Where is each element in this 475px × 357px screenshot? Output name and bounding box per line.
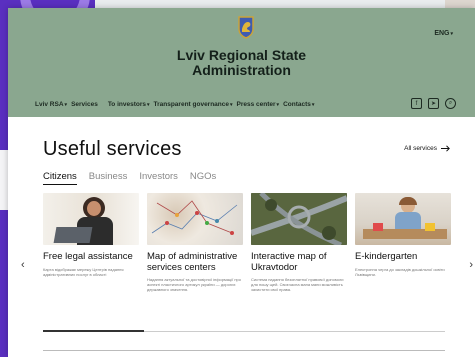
facebook-icon[interactable]: f <box>411 98 422 109</box>
card-description: Карта відображає мережу Центрів надання … <box>43 266 124 277</box>
nav-item-press-center[interactable]: Press center▾ <box>237 101 280 108</box>
nav-label: Transparent governance <box>153 101 230 108</box>
card-title: E-kindergarten <box>355 251 418 262</box>
tab-citizens[interactable]: Citizens <box>43 171 77 185</box>
card-title: Map of administrative services centers <box>147 251 238 273</box>
nav-label: To investors <box>107 101 146 108</box>
card-description: Електронна черга до закладів дошкільної … <box>355 266 445 277</box>
tab-business[interactable]: Business <box>89 171 128 185</box>
chevron-down-icon: ▾ <box>64 102 68 108</box>
nav-item-services[interactable]: Services <box>71 101 98 108</box>
tab-investors[interactable]: Investors <box>139 171 178 185</box>
main-nav: Lviv RSA▾ Services To investors▾ Transpa… <box>35 101 314 108</box>
carousel-progress-fill <box>43 330 144 332</box>
nav-item-contacts[interactable]: Contacts▾ <box>283 101 314 108</box>
service-card-ukravtodor-map[interactable]: Interactive map of Ukravtodor Система на… <box>251 193 347 292</box>
section-title: Useful services <box>43 138 182 160</box>
social-icons: f ➤ ⌕ <box>411 98 456 109</box>
card-description: Надання актуальної та достовірної інформ… <box>147 277 241 292</box>
service-card-e-kindergarten[interactable]: E-kindergarten Електронна черга до закла… <box>355 193 451 292</box>
nav-label: Services <box>71 101 98 108</box>
card-title: Interactive map of Ukravtodor <box>251 251 327 273</box>
nav-label: Press center <box>236 101 276 108</box>
map-pins-graphic <box>151 200 238 235</box>
card-image-woman-laptop <box>43 193 139 245</box>
telegram-icon[interactable]: ➤ <box>428 98 439 109</box>
service-card-admin-centers-map[interactable]: Map of administrative services centers Н… <box>147 193 243 292</box>
audience-tabs: Citizens Business Investors NGOs <box>43 171 216 185</box>
carousel-next-icon[interactable]: › <box>469 259 473 271</box>
search-icon[interactable]: ⌕ <box>445 98 456 109</box>
carousel-prev-icon[interactable]: ‹ <box>21 259 25 271</box>
service-card-legal-assistance[interactable]: Free legal assistance Карта відображає м… <box>43 193 139 292</box>
site-title[interactable]: Lviv Regional State Administration <box>8 48 475 78</box>
nav-item-transparent-governance[interactable]: Transparent governance▾ <box>154 101 233 108</box>
site-title-line1: Lviv Regional State <box>176 47 307 63</box>
chevron-down-icon: ▾ <box>146 102 150 108</box>
lion-coat-of-arms-icon[interactable] <box>236 15 256 39</box>
site-header: Lviv Regional State Administration ENG▾ … <box>8 8 475 117</box>
nav-label: Contacts <box>283 101 311 108</box>
all-services-link[interactable]: All services <box>404 145 451 152</box>
language-label: ENG <box>434 30 450 37</box>
card-title: Free legal assistance <box>43 251 133 262</box>
chevron-down-icon: ▾ <box>450 31 453 37</box>
chevron-down-icon: ▾ <box>276 102 280 108</box>
nav-item-lviv-rsa[interactable]: Lviv RSA▾ <box>35 101 67 108</box>
services-carousel: Free legal assistance Карта відображає м… <box>43 193 451 292</box>
site-title-line2: Administration <box>192 62 291 78</box>
divider <box>43 350 445 351</box>
browser-window: Lviv Regional State Administration ENG▾ … <box>8 8 475 357</box>
tab-ngos[interactable]: NGOs <box>190 171 216 185</box>
card-image-highway <box>251 193 347 245</box>
highway-graphic <box>251 193 347 245</box>
nav-item-to-investors[interactable]: To investors▾ <box>108 101 150 108</box>
chevron-down-icon: ▾ <box>311 102 315 108</box>
nav-label: Lviv RSA <box>35 101 64 108</box>
all-services-label: All services <box>404 145 437 152</box>
card-image-child-playing <box>355 193 451 245</box>
arrow-right-icon <box>441 145 450 152</box>
card-description: Система надання безоплатної правової доп… <box>251 277 344 292</box>
chevron-down-icon: ▾ <box>230 102 233 108</box>
card-image-map <box>147 193 243 245</box>
language-selector[interactable]: ENG▾ <box>434 30 453 37</box>
